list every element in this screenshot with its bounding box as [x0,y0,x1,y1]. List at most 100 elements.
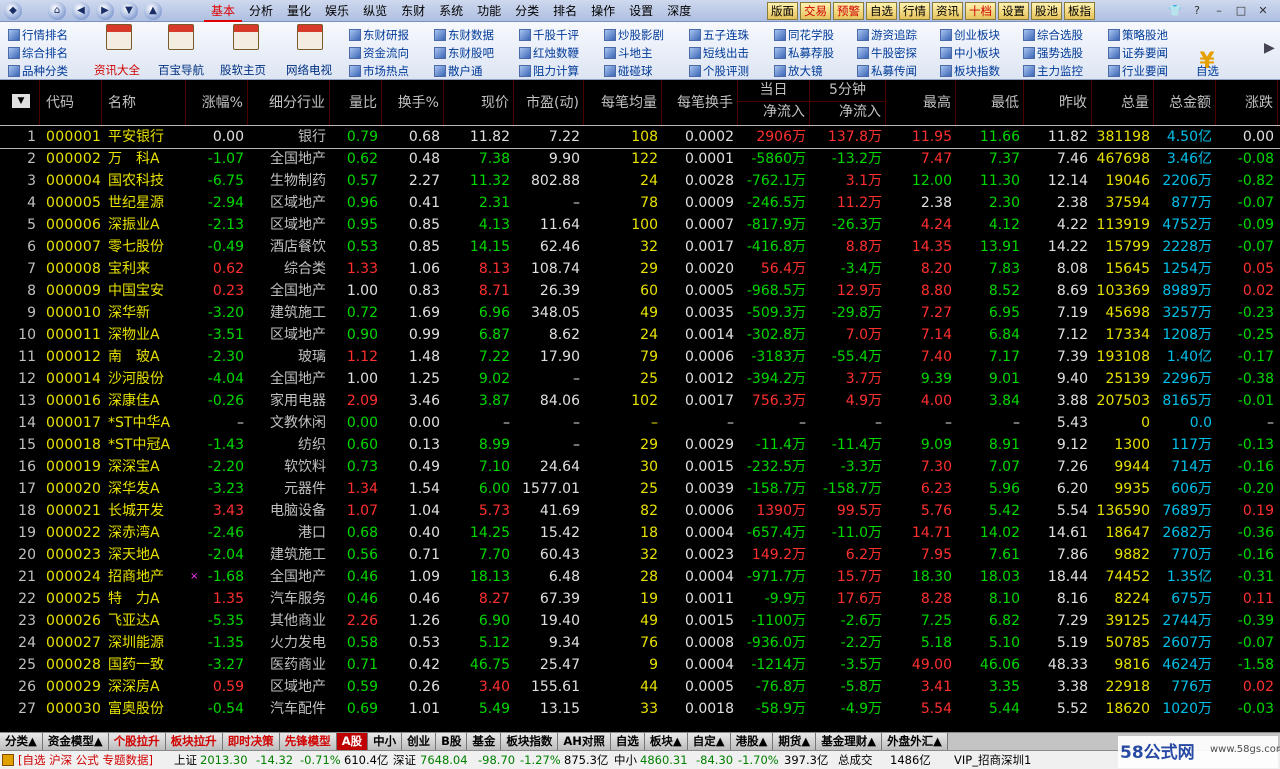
title-tab-2[interactable]: 预警 [833,2,864,20]
header-turn[interactable]: 换手% [382,80,444,126]
menu-item-10[interactable]: 操作 [584,0,622,22]
toolbar-grid-link[interactable]: 散户通 [434,62,483,80]
bottom-tab-16[interactable]: 港股▲ [730,733,774,750]
bottom-tab-8[interactable]: 创业 [402,733,437,750]
status-prefix[interactable]: [自选 沪深 公式 专题数据] [18,751,153,769]
toolbar-link-1[interactable]: 综合排名 [8,44,68,62]
bottom-tab-2[interactable]: 个股拉升 [108,733,166,750]
menu-item-8[interactable]: 分类 [508,0,546,22]
menu-item-1[interactable]: 分析 [242,0,280,22]
toolbar-scroll-right-icon[interactable]: ▶ [1264,40,1275,56]
header-high[interactable]: 最高 [886,80,956,126]
toolbar-big-button-1[interactable]: 百宝导航 [158,62,204,78]
toolbar-grid-link[interactable]: 炒股影剧 [604,26,664,44]
bottom-tab-18[interactable]: 基金理财▲ [816,733,883,750]
toolbar-grid-link[interactable]: 创业板块 [940,26,1000,44]
bottom-tab-4[interactable]: 即时决策 [222,733,280,750]
table-row[interactable]: 27 000030 富奥股份 -0.54 汽车配件 0.69 1.01 5.49 13.15 33… [0,698,1280,720]
toolbar-grid-link[interactable]: 强势选股 [1023,44,1083,62]
table-row[interactable]: 24 000027 深圳能源 -1.35 火力发电 0.58 0.53 5.12 9.34 76 0… [0,632,1280,654]
header-pe[interactable]: 市盈(动) [514,80,584,126]
table-row[interactable]: 2 000002 万 科A -1.07 全国地产 0.62 0.48 7.38 9.90 122 0… [0,148,1280,170]
toolbar-grid-link[interactable]: 证券要闻 [1108,44,1168,62]
title-tab-1[interactable]: 交易 [800,2,831,20]
bottom-tab-5[interactable]: 先锋模型 [279,733,337,750]
toolbar-grid-link[interactable]: 综合选股 [1023,26,1083,44]
table-row[interactable]: 8 000009 中国宝安 0.23 全国地产 1.00 0.83 8.71 26.39 60 0.… [0,280,1280,302]
menu-item-2[interactable]: 量化 [280,0,318,22]
header-price[interactable]: 现价 [444,80,514,126]
header-vol[interactable]: 总量 [1092,80,1154,126]
toolbar-grid-link[interactable]: 策略股池 [1108,26,1168,44]
back-icon[interactable]: ◀ [72,2,90,20]
bottom-tab-11[interactable]: 板块指数 [501,733,559,750]
header-amt[interactable]: 总金额 [1154,80,1216,126]
toolbar-grid-link[interactable]: 东财数据 [434,26,494,44]
table-row[interactable]: 15 000018 *ST中冠A -1.43 纺织 0.60 0.13 8.99 – 29 0.00… [0,434,1280,456]
table-row[interactable]: 9 000010 深华新 -3.20 建筑施工 0.72 1.69 6.96 348.05 49 0… [0,302,1280,324]
skin-icon[interactable]: 👕 [1166,2,1184,19]
header-ato[interactable]: 每笔换手 [662,80,738,126]
toolbar-grid-link[interactable]: 个股评测 [689,62,749,80]
title-tab-9[interactable]: 板指 [1064,2,1095,20]
toolbar-grid-link[interactable]: 千股千评 [519,26,579,44]
help-icon[interactable]: ? [1188,2,1206,19]
toolbar-grid-link[interactable]: 东财股吧 [434,44,494,62]
alert-icon[interactable] [2,754,14,766]
table-row[interactable]: 26 000029 深深房A 0.59 区域地产 0.59 0.26 3.40 155.61 44… [0,676,1280,698]
bottom-tab-0[interactable]: 分类▲ [0,733,43,750]
header-code[interactable]: 代码 [40,80,102,126]
calendar-icon[interactable] [104,24,134,56]
forward-icon[interactable]: ▶ [96,2,114,20]
calendar-icon[interactable] [231,24,261,56]
menu-item-12[interactable]: 深度 [660,0,698,22]
bottom-tab-10[interactable]: 基金 [467,733,502,750]
bottom-tab-12[interactable]: AH对照 [558,733,611,750]
toolbar-grid-link[interactable]: 斗地主 [604,44,653,62]
toolbar-grid-link[interactable]: 牛股密探 [857,44,917,62]
bottom-tab-1[interactable]: 资金模型▲ [42,733,109,750]
toolbar-grid-link[interactable]: 中小板块 [940,44,1000,62]
minimize-icon[interactable]: – [1210,2,1228,19]
toolbar-grid-link[interactable]: 东财研报 [349,26,409,44]
toolbar-grid-link[interactable]: 碰碰球 [604,62,653,80]
table-row[interactable]: 5 000006 深振业A -2.13 区域地产 0.95 0.85 4.13 11.64 100… [0,214,1280,236]
toolbar-grid-link[interactable]: 主力监控 [1023,62,1083,80]
menu-item-0[interactable]: 基本 [204,0,243,22]
bottom-tab-7[interactable]: 中小 [368,733,403,750]
calendar-icon[interactable] [295,24,325,56]
table-row[interactable]: 16 000019 深深宝A -2.20 软饮料 0.73 0.49 7.10 24.64 30 0… [0,456,1280,478]
table-row[interactable]: 22 000025 特 力A 1.35 汽车服务 0.46 0.46 8.27 67.39 19 0… [0,588,1280,610]
table-row[interactable]: 18 000021 长城开发 3.43 电脑设备 1.07 1.04 5.73 41.69 82 0… [0,500,1280,522]
toolbar-grid-link[interactable]: 游资追踪 [857,26,917,44]
title-tab-0[interactable]: 版面 [767,2,798,20]
home-icon[interactable]: ⌂ [48,2,66,20]
table-row[interactable]: 19 000022 深赤湾A -2.46 港口 0.68 0.40 14.25 15.42 18 0… [0,522,1280,544]
title-tab-3[interactable]: 自选 [866,2,897,20]
table-row[interactable]: 21 000024 招商地产 -1.68 全国地产 0.46 1.09 18.13 6.48 28… [0,566,1280,588]
bottom-tab-14[interactable]: 板块▲ [644,733,688,750]
toolbar-link-2[interactable]: 品种分类 [8,62,68,80]
header-vr[interactable]: 量比 [330,80,382,126]
sort-dropdown-icon[interactable]: ▼ [12,94,30,108]
toolbar-grid-link[interactable]: 资金流向 [349,44,409,62]
toolbar-grid-link[interactable]: 行业要闻 [1108,62,1168,80]
menu-item-3[interactable]: 娱乐 [318,0,356,22]
menu-item-11[interactable]: 设置 [622,0,660,22]
table-row[interactable]: 1 000001 平安银行 0.00 银行 0.79 0.68 11.82 7.22 108 0.0… [0,125,1280,149]
header-low[interactable]: 最低 [956,80,1024,126]
title-tab-4[interactable]: 行情 [899,2,930,20]
nav-up-icon[interactable]: ▲ [144,2,162,20]
toolbar-grid-link[interactable]: 五子连珠 [689,26,749,44]
header-avg[interactable]: 每笔均量 [584,80,662,126]
table-row[interactable]: 13 000016 深康佳A -0.26 家用电器 2.09 3.46 3.87 84.06 10… [0,390,1280,412]
toolbar-right-label[interactable]: 自选 [1196,62,1219,80]
bottom-tab-6[interactable]: A股 [336,733,369,750]
header-chg[interactable]: 涨幅% [186,80,248,126]
toolbar-big-button-3[interactable]: 网络电视 [286,62,332,78]
header-prev[interactable]: 昨收 [1024,80,1092,126]
title-tab-7[interactable]: 设置 [998,2,1029,20]
table-row[interactable]: 7 000008 宝利来 0.62 综合类 1.33 1.06 8.13 108.74 29 0.0… [0,258,1280,280]
toolbar-big-button-2[interactable]: 股软主页 [220,62,266,78]
toolbar-grid-link[interactable]: 短线出击 [689,44,749,62]
